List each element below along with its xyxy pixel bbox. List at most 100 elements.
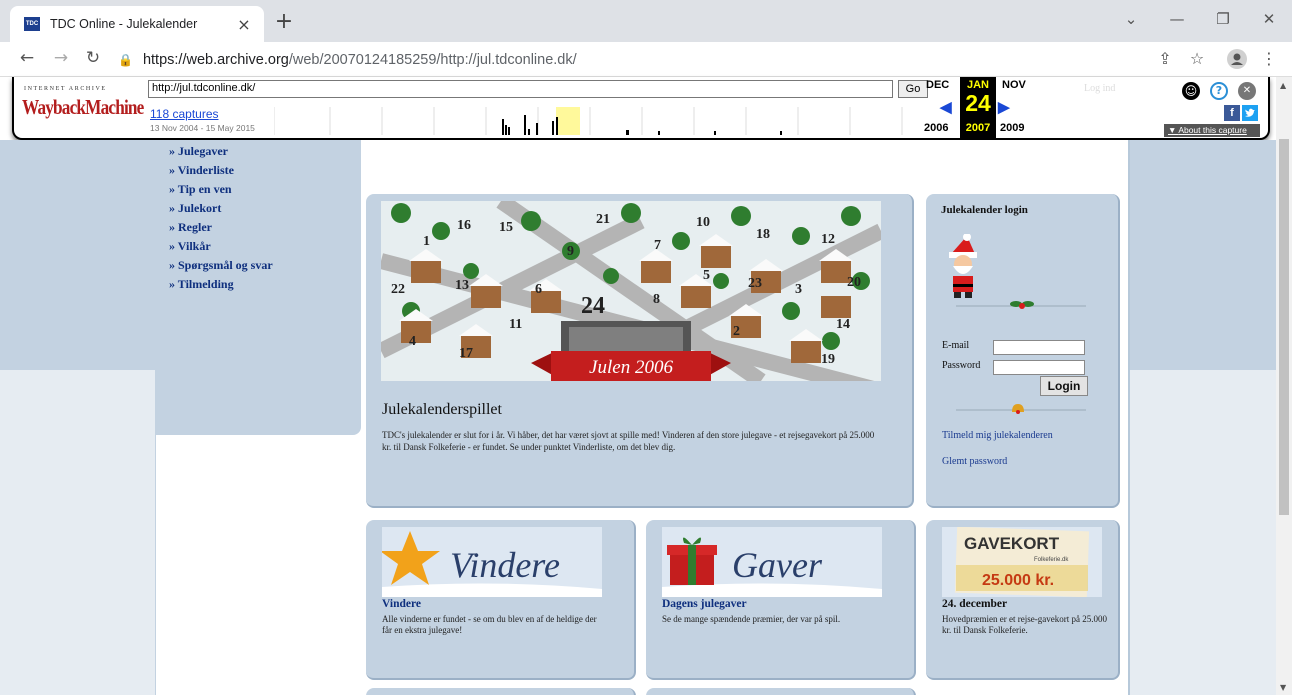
gifts-image[interactable]: Gaver <box>662 527 882 597</box>
close-toolbar-icon[interactable]: ✕ <box>1238 82 1256 100</box>
winners-image[interactable]: Vindere <box>382 527 602 597</box>
forgot-password-link[interactable]: Glemt password <box>942 456 1007 467</box>
browser-toolbar: ← → ↻ 🔒 https://web.archive.org/web/2007… <box>0 42 1292 77</box>
svg-text:19: 19 <box>821 352 835 367</box>
facebook-icon[interactable]: f <box>1224 105 1240 121</box>
nav-vilkar[interactable]: » Vilkår <box>156 237 273 256</box>
gift-card-text: Hovedpræmien er et rejse-gavekort på 25.… <box>942 614 1107 635</box>
email-input[interactable] <box>993 340 1085 355</box>
nav-julekort[interactable]: » Julekort <box>156 199 273 218</box>
url-text: https://web.archive.org/web/200701241852… <box>142 52 577 68</box>
svg-text:18: 18 <box>756 227 770 242</box>
main-game-box: 16 15 21 10 18 12 1 9 7 22 13 6 24 8 5 2… <box>366 194 914 508</box>
svg-text:20: 20 <box>847 275 861 290</box>
next-month[interactable]: NOV <box>1002 79 1026 91</box>
nav-faq[interactable]: » Spørgsmål og svar <box>156 256 273 275</box>
holly-divider-icon <box>956 301 1086 309</box>
svg-text:3: 3 <box>795 282 802 297</box>
prev-month[interactable]: DEC <box>926 79 949 91</box>
window-close-icon[interactable]: ✕ <box>1254 10 1284 28</box>
wayback-login-link[interactable]: Log ind <box>1084 83 1115 94</box>
svg-text:15: 15 <box>499 220 513 235</box>
address-bar[interactable]: 🔒 https://web.archive.org/web/2007012418… <box>118 46 1138 74</box>
page-viewport: » Julegaver » Vinderliste » Tip en ven »… <box>0 140 1276 695</box>
email-label: E-mail <box>942 340 970 351</box>
twitter-icon[interactable] <box>1242 105 1258 121</box>
password-input[interactable] <box>993 360 1085 375</box>
winners-text: Alle vinderne er fundet - se om du blev … <box>382 614 597 635</box>
svg-text:11: 11 <box>509 317 522 332</box>
tab-search-icon[interactable]: ⌄ <box>1116 10 1146 28</box>
svg-text:8: 8 <box>653 292 660 307</box>
svg-text:Folkeferie.dk: Folkeferie.dk <box>1034 557 1069 563</box>
winners-title[interactable]: Vindere <box>382 598 421 610</box>
next-capture-icon[interactable]: ▶ <box>998 98 1010 116</box>
prev-year[interactable]: 2006 <box>924 122 948 134</box>
svg-text:25.000 kr.: 25.000 kr. <box>982 572 1054 589</box>
current-capture: JAN 24 2007 <box>960 77 996 138</box>
browser-tab-strip: TDC TDC Online - Julekalender × + ⌄ — ❐ … <box>0 0 1292 42</box>
scroll-up-icon[interactable]: ▲ <box>1280 81 1286 90</box>
wayback-logo[interactable]: WaybackMachine <box>22 95 144 120</box>
next-year[interactable]: 2009 <box>1000 122 1024 134</box>
gifts-box: Gaver Dagens julegaver Se de mange spænd… <box>646 520 916 680</box>
next-box-2 <box>646 688 916 695</box>
gift-card-icon: GAVEKORT Folkeferie.dk 25.000 kr. <box>942 527 1102 597</box>
santa-icon <box>949 234 977 298</box>
browser-tab[interactable]: TDC TDC Online - Julekalender × <box>10 6 264 42</box>
svg-text:16: 16 <box>457 218 471 233</box>
wayback-url-input[interactable]: http://jul.tdconline.dk/ <box>148 80 893 98</box>
page-scrollbar[interactable]: ▲ ▼ <box>1276 77 1292 695</box>
svg-text:9: 9 <box>567 244 574 259</box>
forward-icon[interactable]: → <box>50 48 72 68</box>
left-navigation: » Julegaver » Vinderliste » Tip en ven »… <box>156 140 361 435</box>
svg-text:17: 17 <box>459 346 473 361</box>
calendar-village-image[interactable]: 16 15 21 10 18 12 1 9 7 22 13 6 24 8 5 2… <box>381 201 881 381</box>
current-year: 2007 <box>965 122 991 134</box>
about-capture-link[interactable]: ▼ About this capture <box>1164 124 1260 137</box>
gift-card-title: 24. december <box>942 598 1008 610</box>
gifts-title[interactable]: Dagens julegaver <box>662 598 747 610</box>
svg-text:Julen 2006: Julen 2006 <box>589 357 673 378</box>
tab-close-icon[interactable]: × <box>234 15 254 34</box>
nav-vinderliste[interactable]: » Vinderliste <box>156 161 273 180</box>
captures-link[interactable]: 118 captures <box>150 107 219 121</box>
svg-text:24: 24 <box>581 293 605 319</box>
gift-card-box: GAVEKORT Folkeferie.dk 25.000 kr. 24. de… <box>926 520 1120 680</box>
capture-calendar: DEC NOV ◀ ▶ JAN 24 2007 2006 2009 <box>922 77 1052 138</box>
profile-icon[interactable] <box>1226 49 1248 73</box>
new-tab-icon[interactable]: + <box>272 10 296 34</box>
nav-tip-en-ven[interactable]: » Tip en ven <box>156 180 273 199</box>
account-icon[interactable]: ☺ <box>1182 82 1200 100</box>
svg-text:Vindere: Vindere <box>450 545 560 585</box>
nav-regler[interactable]: » Regler <box>156 218 273 237</box>
login-button[interactable]: Login <box>1040 376 1088 396</box>
bookmark-star-icon[interactable]: ☆ <box>1186 49 1208 68</box>
svg-text:4: 4 <box>409 334 416 349</box>
wayback-toolbar: INTERNET ARCHIVE WaybackMachine http://j… <box>12 77 1270 140</box>
prev-capture-icon[interactable]: ◀ <box>940 98 952 116</box>
menu-icon[interactable]: ⋮ <box>1258 49 1280 68</box>
minimize-icon[interactable]: — <box>1162 10 1192 28</box>
back-icon[interactable]: ← <box>16 48 38 68</box>
nav-tilmelding[interactable]: » Tilmelding <box>156 275 273 294</box>
scroll-thumb[interactable] <box>1279 139 1289 515</box>
nav-julegaver[interactable]: » Julegaver <box>156 142 273 161</box>
winners-box: Vindere Vindere Alle vinderne er fundet … <box>366 520 636 680</box>
gift-card-image[interactable]: GAVEKORT Folkeferie.dk 25.000 kr. <box>942 527 1102 597</box>
svg-text:2: 2 <box>733 324 740 339</box>
login-box: Julekalender login E-mail Password Login <box>926 194 1120 508</box>
scroll-down-icon[interactable]: ▼ <box>1280 683 1286 692</box>
bell-divider-icon <box>956 404 1086 414</box>
reload-icon[interactable]: ↻ <box>82 48 104 68</box>
tab-title: TDC Online - Julekalender <box>50 17 198 31</box>
capture-sparkline[interactable] <box>274 107 919 135</box>
svg-text:12: 12 <box>821 232 835 247</box>
register-link[interactable]: Tilmeld mig julekalenderen <box>942 430 1053 441</box>
game-description: TDC's julekalender er slut for i år. Vi … <box>382 430 875 452</box>
share-icon[interactable]: ⇪ <box>1154 49 1176 68</box>
help-icon[interactable]: ? <box>1210 82 1228 100</box>
svg-text:14: 14 <box>836 317 850 332</box>
current-day: 24 <box>965 90 991 116</box>
restore-icon[interactable]: ❐ <box>1208 10 1238 28</box>
